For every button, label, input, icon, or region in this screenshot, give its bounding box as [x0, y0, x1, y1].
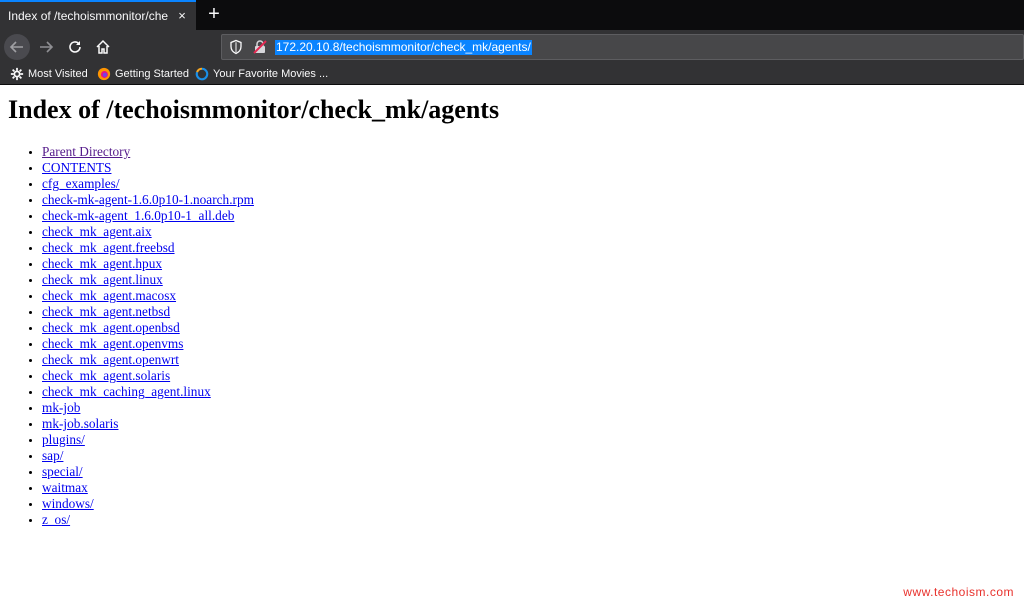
- list-item: check_mk_agent.openbsd: [42, 320, 254, 336]
- list-item: CONTENTS: [42, 160, 254, 176]
- firefox-icon: [97, 67, 111, 81]
- arrow-right-icon: [40, 41, 54, 53]
- file-link[interactable]: check_mk_agent.aix: [42, 224, 152, 239]
- arrow-left-icon: [9, 41, 23, 53]
- page-title: Index of /techoismmonitor/check_mk/agent…: [8, 95, 500, 124]
- list-item: plugins/: [42, 432, 254, 448]
- address-bar[interactable]: 172.20.10.8/techoismmonitor/check_mk/age…: [221, 34, 1024, 60]
- file-link[interactable]: check_mk_caching_agent.linux: [42, 384, 211, 399]
- file-link[interactable]: check-mk-agent-1.6.0p10-1.noarch.rpm: [42, 192, 254, 207]
- list-item: z_os/: [42, 512, 254, 528]
- reload-icon: [69, 41, 81, 53]
- back-button[interactable]: [4, 34, 30, 60]
- tracking-shield-icon[interactable]: [228, 39, 244, 55]
- tab-strip: Index of /techoismmonitor/check_ × +: [0, 0, 1024, 30]
- file-link[interactable]: check_mk_agent.openbsd: [42, 320, 180, 335]
- list-item: check_mk_agent.solaris: [42, 368, 254, 384]
- file-link[interactable]: check_mk_agent.freebsd: [42, 240, 175, 255]
- list-item: mk-job.solaris: [42, 416, 254, 432]
- list-item: sap/: [42, 448, 254, 464]
- folder-link[interactable]: special/: [42, 464, 83, 479]
- folder-link[interactable]: cfg_examples/: [42, 176, 120, 191]
- close-tab-icon[interactable]: ×: [174, 8, 190, 24]
- url-text[interactable]: 172.20.10.8/techoismmonitor/check_mk/age…: [275, 40, 532, 55]
- bookmark-favorite-movies[interactable]: Your Favorite Movies ...: [195, 66, 328, 82]
- bookmark-getting-started[interactable]: Getting Started: [97, 66, 189, 82]
- file-link[interactable]: check_mk_agent.macosx: [42, 288, 176, 303]
- file-link[interactable]: check_mk_agent.openwrt: [42, 352, 179, 367]
- bookmark-label: Your Favorite Movies ...: [213, 68, 329, 80]
- file-link[interactable]: check_mk_agent.openvms: [42, 336, 183, 351]
- tab-title: Index of /techoismmonitor/check_: [8, 9, 168, 23]
- file-link[interactable]: CONTENTS: [42, 160, 111, 175]
- new-tab-button[interactable]: +: [202, 3, 226, 27]
- file-link[interactable]: mk-job.solaris: [42, 416, 118, 431]
- file-link[interactable]: check_mk_agent.linux: [42, 272, 163, 287]
- list-item: cfg_examples/: [42, 176, 254, 192]
- folder-link[interactable]: windows/: [42, 496, 94, 511]
- list-item: check_mk_agent.freebsd: [42, 240, 254, 256]
- bookmark-label: Most Visited: [28, 68, 88, 80]
- home-button[interactable]: [90, 34, 116, 60]
- list-item: check_mk_agent.macosx: [42, 288, 254, 304]
- list-item: check_mk_agent.netbsd: [42, 304, 254, 320]
- list-item: check_mk_agent.aix: [42, 224, 254, 240]
- list-item: Parent Directory: [42, 144, 254, 160]
- list-item: check_mk_agent.hpux: [42, 256, 254, 272]
- folder-link[interactable]: plugins/: [42, 432, 85, 447]
- file-link[interactable]: check_mk_agent.solaris: [42, 368, 170, 383]
- folder-link[interactable]: sap/: [42, 448, 63, 463]
- reload-button[interactable]: [62, 34, 88, 60]
- file-link[interactable]: mk-job: [42, 400, 80, 415]
- list-item: check_mk_agent.openwrt: [42, 352, 254, 368]
- bookmark-label: Getting Started: [115, 68, 189, 80]
- list-item: check_mk_caching_agent.linux: [42, 384, 254, 400]
- home-icon: [96, 39, 110, 54]
- list-item: check-mk-agent-1.6.0p10-1.noarch.rpm: [42, 192, 254, 208]
- list-item: special/: [42, 464, 254, 480]
- site-icon: [195, 67, 209, 81]
- gear-icon: [10, 67, 24, 81]
- file-link[interactable]: check_mk_agent.hpux: [42, 256, 162, 271]
- folder-link[interactable]: z_os/: [42, 512, 70, 527]
- file-link[interactable]: check-mk-agent_1.6.0p10-1_all.deb: [42, 208, 234, 223]
- file-link[interactable]: check_mk_agent.netbsd: [42, 304, 170, 319]
- bookmark-most-visited[interactable]: Most Visited: [10, 66, 88, 82]
- active-tab[interactable]: Index of /techoismmonitor/check_ ×: [0, 0, 196, 30]
- list-item: check-mk-agent_1.6.0p10-1_all.deb: [42, 208, 254, 224]
- bookmarks-toolbar: Most Visited Getting Started Your Favori…: [0, 63, 1024, 85]
- list-item: check_mk_agent.openvms: [42, 336, 254, 352]
- list-item: check_mk_agent.linux: [42, 272, 254, 288]
- directory-listing: Parent Directory CONTENTS cfg_examples/ …: [0, 144, 254, 528]
- watermark: www.techoism.com: [903, 585, 1014, 599]
- list-item: waitmax: [42, 480, 254, 496]
- page-content: Index of /techoismmonitor/check_mk/agent…: [0, 85, 1024, 609]
- list-item: mk-job: [42, 400, 254, 416]
- insecure-lock-icon[interactable]: [252, 39, 268, 55]
- list-item: windows/: [42, 496, 254, 512]
- parent-directory-link[interactable]: Parent Directory: [42, 144, 130, 159]
- forward-button[interactable]: [33, 34, 59, 60]
- file-link[interactable]: waitmax: [42, 480, 88, 495]
